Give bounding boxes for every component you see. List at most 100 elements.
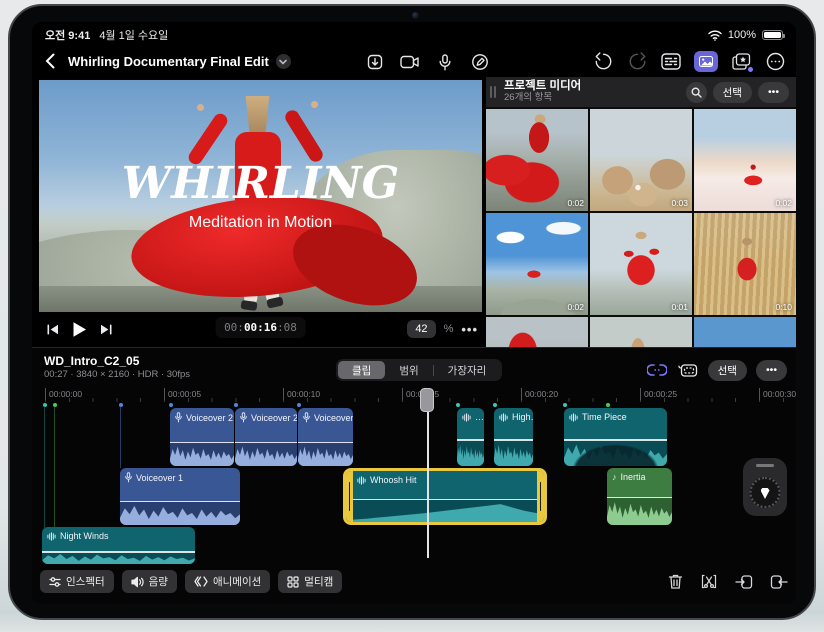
- overlay-clips-icon[interactable]: [677, 359, 699, 381]
- edit-mode-segmented-control: 클립 범위 가장자리: [336, 359, 503, 381]
- dancer-arm: [282, 107, 326, 165]
- media-thumbnail[interactable]: 0:03: [590, 109, 692, 211]
- clip-duration: 0:03: [671, 198, 688, 208]
- top-toolbar: Whirling Documentary Final Edit: [32, 48, 796, 76]
- clip-label: Voiceover 3: [314, 412, 353, 423]
- clip-label: Voiceover 1: [136, 472, 184, 483]
- connection-dot: [297, 403, 301, 407]
- playhead-line: [427, 406, 429, 558]
- timeline-select-button[interactable]: 선택: [707, 359, 747, 381]
- undo-icon[interactable]: [592, 50, 614, 72]
- timecode-display[interactable]: 00:00:16:08: [215, 317, 306, 338]
- dancer-hat: [245, 96, 270, 132]
- clip-label: Night Winds: [60, 531, 109, 541]
- media-select-button[interactable]: 선택: [712, 81, 752, 103]
- media-thumbnail[interactable]: 0:02: [694, 109, 796, 211]
- clip-label: Time Piece: [582, 412, 627, 422]
- front-camera: [412, 12, 419, 19]
- jog-dial[interactable]: [749, 477, 781, 508]
- effects-icon[interactable]: [730, 50, 753, 72]
- delete-icon[interactable]: [668, 573, 683, 590]
- back-button[interactable]: [45, 53, 55, 69]
- battery-icon: [762, 30, 785, 40]
- timeline-clip[interactable]: Voiceover 1: [120, 468, 240, 525]
- clip-label: …: [475, 412, 484, 422]
- search-button[interactable]: [685, 81, 707, 103]
- animation-button[interactable]: 애니메이션: [184, 570, 271, 593]
- media-thumbnail[interactable]: 0:02: [486, 109, 588, 211]
- media-thumbnail[interactable]: [486, 317, 588, 347]
- clip-label: High…: [512, 412, 533, 422]
- multicam-button[interactable]: 멀티캠: [278, 570, 343, 593]
- timeline-clip[interactable]: Voiceover 2: [235, 408, 297, 466]
- viewer[interactable]: WHIRLING Meditation in Motion: [39, 80, 482, 312]
- timeline-clip[interactable]: High…: [494, 408, 533, 466]
- clip-duration: 0:02: [567, 302, 584, 312]
- media-thumbnail[interactable]: [694, 317, 796, 347]
- media-browser-icon[interactable]: [694, 50, 718, 72]
- media-thumbnail[interactable]: [590, 317, 692, 347]
- trim-handle-left[interactable]: [346, 471, 353, 522]
- trim-handle-right[interactable]: [537, 471, 544, 522]
- ruler-label: 00:00:25: [640, 388, 677, 400]
- timeline-clip[interactable]: Time Piece: [564, 408, 667, 466]
- timeline-clip[interactable]: Voiceover 2: [170, 408, 234, 466]
- tab-range[interactable]: 범위: [385, 361, 432, 379]
- mic-icon: [175, 412, 182, 423]
- clip-duration: 0:01: [671, 302, 688, 312]
- effects-badge: [748, 67, 753, 72]
- project-title-menu[interactable]: Whirling Documentary Final Edit: [68, 54, 291, 69]
- jog-drag-handle[interactable]: [756, 464, 774, 467]
- blade-split-icon[interactable]: [700, 573, 718, 590]
- timeline-more-button[interactable]: •••: [755, 359, 787, 381]
- project-title: Whirling Documentary Final Edit: [68, 54, 269, 69]
- inspector-button[interactable]: 인스펙터: [40, 570, 114, 593]
- jog-wheel[interactable]: [743, 458, 787, 516]
- media-thumbnail[interactable]: 0:02: [486, 213, 588, 315]
- panel-resize-handle[interactable]: [490, 86, 492, 98]
- volume-button[interactable]: 음량: [121, 570, 177, 593]
- magnetic-timeline-icon[interactable]: [646, 359, 668, 381]
- tab-clip[interactable]: 클립: [338, 361, 386, 379]
- waveform-icon: [47, 531, 56, 541]
- timeline-clip[interactable]: …: [457, 408, 484, 466]
- viewer-more-icon[interactable]: •••: [461, 322, 478, 337]
- tab-edge[interactable]: 가장자리: [434, 361, 501, 379]
- timeline-clip[interactable]: Voiceover 3: [298, 408, 353, 466]
- ruler-label: 00:00:20: [521, 388, 558, 400]
- skip-to-start-icon[interactable]: [47, 324, 59, 335]
- insert-before-icon[interactable]: [735, 574, 753, 590]
- insert-after-icon[interactable]: [770, 574, 788, 590]
- play-button[interactable]: [72, 321, 87, 338]
- viewer-zoom-value[interactable]: 42: [407, 320, 436, 338]
- connector-line: [54, 406, 55, 547]
- redo-icon[interactable]: [626, 50, 648, 72]
- waveform-icon: [462, 412, 471, 422]
- timeline-clip[interactable]: ♪ Inertia: [607, 468, 672, 525]
- more-options-icon[interactable]: [764, 50, 786, 72]
- ruler-label: 00:00:00: [45, 388, 82, 400]
- timeline-clip-selected[interactable]: Whoosh Hit: [343, 468, 547, 525]
- playhead-handle[interactable]: [420, 388, 434, 412]
- clip-label: Whoosh Hit: [370, 475, 417, 485]
- timeline-clip[interactable]: Night Winds: [42, 527, 195, 564]
- timeline-ruler[interactable]: 00:00:00 00:00:05 00:00:10 00:00:15 00:0…: [32, 387, 796, 402]
- ruler-label: 00:00:05: [164, 388, 201, 400]
- ipad-device-frame: 오전 9:41 4월 1일 수요일 100% Whirling Document…: [8, 4, 816, 620]
- viewer-zoom-unit: %: [443, 323, 454, 335]
- pencil-tool-icon[interactable]: [469, 51, 491, 73]
- video-overlay-subtitle: Meditation in Motion: [188, 214, 333, 231]
- clip-duration: 0:02: [775, 198, 792, 208]
- microphone-icon[interactable]: [434, 51, 456, 73]
- music-note-icon: ♪: [612, 472, 617, 482]
- panel-resize-handle[interactable]: [494, 86, 496, 98]
- media-thumbnail[interactable]: 0:10: [694, 213, 796, 315]
- waveform-icon: [499, 412, 508, 422]
- inspector-panel-icon[interactable]: [660, 50, 682, 72]
- media-thumbnail[interactable]: 0:01: [590, 213, 692, 315]
- media-more-button[interactable]: •••: [757, 81, 789, 103]
- import-icon[interactable]: [364, 51, 386, 73]
- skip-to-end-icon[interactable]: [100, 324, 112, 335]
- clip-label: Voiceover 2: [186, 412, 234, 423]
- camera-icon[interactable]: [399, 51, 421, 73]
